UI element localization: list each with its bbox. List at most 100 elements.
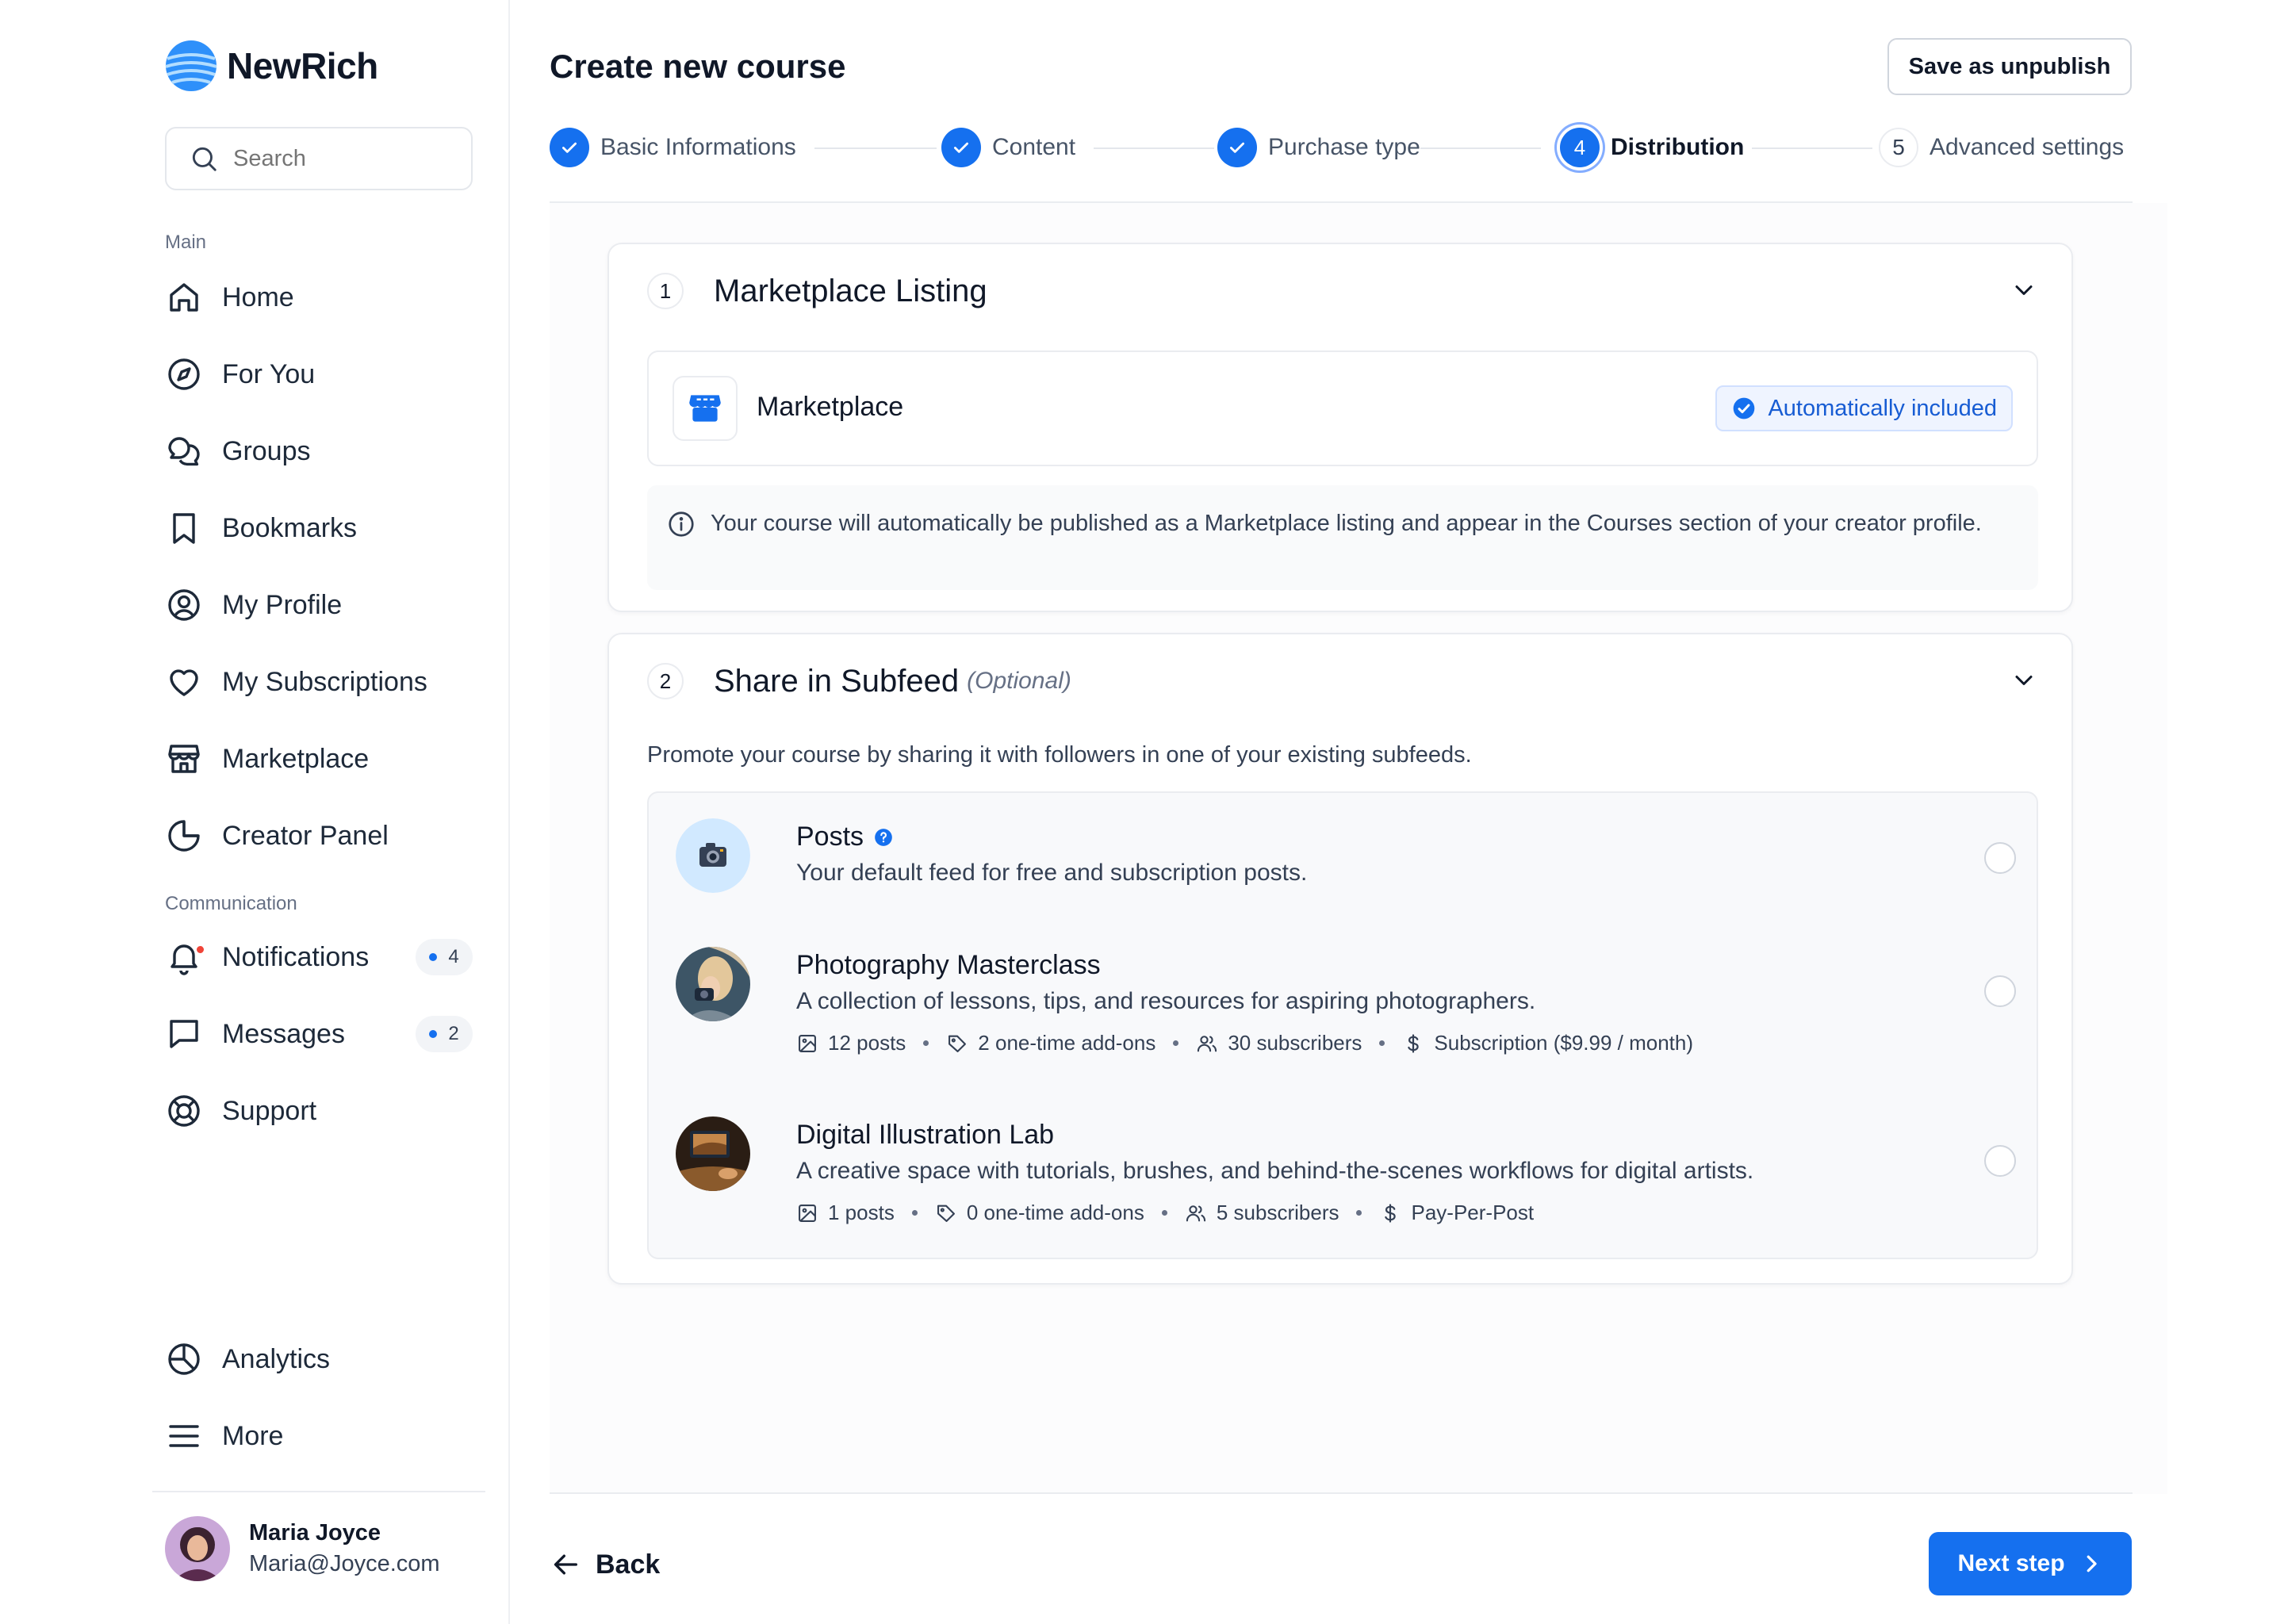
save-as-unpublish-button[interactable]: Save as unpublish [1887, 38, 2132, 95]
user-email: Maria@Joyce.com [249, 1551, 440, 1576]
info-icon [669, 511, 694, 537]
user-name: Maria Joyce [249, 1520, 381, 1545]
sidebar-item-label: Bookmarks [222, 512, 358, 543]
sidebar-item-groups[interactable]: Groups [165, 423, 473, 479]
step-content[interactable]: Content [941, 125, 1075, 170]
subfeed-option-posts[interactable]: Posts Your default feed for free and sub… [676, 818, 2016, 898]
app-logo[interactable]: NewRich [165, 40, 378, 92]
step-label: Advanced settings [1930, 134, 2125, 160]
stepper: Basic Informations Content Purchase type… [550, 125, 2133, 170]
sidebar: NewRich Main Home For You Groups Bookmar… [0, 0, 510, 1624]
subfeed-radio[interactable] [1984, 842, 2016, 874]
sidebar-item-home[interactable]: Home [165, 270, 473, 325]
bookmark-icon [173, 513, 195, 544]
compass-icon [168, 358, 200, 390]
help-icon[interactable] [873, 827, 894, 848]
next-step-label: Next step [1957, 1550, 2065, 1576]
page-title: Create new course [550, 48, 846, 85]
subfeed-avatar [676, 1116, 750, 1191]
bell-icon [171, 944, 197, 975]
step-label: Content [992, 134, 1076, 160]
subfeed-option-digital-illustration-lab[interactable]: Digital Illustration Lab A creative spac… [676, 1116, 2016, 1235]
sidebar-item-messages[interactable]: Messages 2 [165, 1006, 473, 1062]
subfeed-name: Posts [796, 822, 894, 852]
heart-icon [170, 669, 198, 696]
sidebar-item-label: Support [222, 1095, 317, 1126]
camera-avatar [676, 818, 750, 893]
sidebar-item-bookmarks[interactable]: Bookmarks [165, 500, 473, 556]
notifications-count-badge: 4 [416, 939, 473, 975]
sidebar-item-analytics[interactable]: Analytics [165, 1331, 473, 1387]
sidebar-item-label: More [222, 1420, 284, 1451]
optional-label: (Optional) [967, 668, 1071, 694]
step-connector [814, 147, 937, 149]
chevron-down-icon[interactable] [2010, 666, 2038, 695]
marketplace-listing-card: 1 Marketplace Listing Marketplace Automa… [607, 243, 2073, 612]
info-notice: Your course will automatically be publis… [647, 485, 2038, 590]
subfeed-meta: 12 posts 2 one-time add-ons 30 subscribe… [796, 1031, 1693, 1055]
user-profile[interactable]: Maria Joyce Maria@Joyce.com [165, 1516, 440, 1581]
info-text: Your course will automatically be publis… [711, 511, 1982, 536]
store-icon [689, 395, 721, 422]
menu-icon [169, 1425, 199, 1447]
sidebar-item-notifications[interactable]: Notifications 4 [165, 929, 473, 985]
step-distribution[interactable]: 4 Distribution [1560, 125, 1744, 170]
subscribers-count: 30 subscribers [1228, 1031, 1362, 1055]
share-in-subfeed-card: 2 Share in Subfeed (Optional) Promote yo… [607, 633, 2073, 1285]
share-in-subfeed-header[interactable]: 2 Share in Subfeed (Optional) [647, 663, 1071, 699]
posts-count: 12 posts [828, 1031, 906, 1055]
next-step-button[interactable]: Next step [1929, 1532, 2132, 1595]
subfeed-meta: 1 posts 0 one-time add-ons 5 subscribers… [796, 1201, 1534, 1225]
section-number: 2 [647, 663, 684, 699]
meta-separator [1173, 1040, 1179, 1046]
section-number: 1 [647, 273, 684, 309]
meta-separator [1356, 1210, 1362, 1216]
step-advanced-settings[interactable]: 5 Advanced settings [1879, 125, 2124, 170]
sidebar-item-label: Analytics [222, 1343, 331, 1374]
subfeed-radio[interactable] [1984, 975, 2016, 1007]
message-icon [170, 1020, 198, 1048]
marketplace-icon-box [673, 376, 738, 441]
sidebar-item-label: Marketplace [222, 743, 370, 774]
users-icon [1186, 1205, 1205, 1221]
meta-separator [1379, 1040, 1385, 1046]
sidebar-item-label: Messages [222, 1018, 345, 1049]
analytics-icon [168, 1343, 200, 1375]
tag-icon [948, 1035, 967, 1052]
badge-count: 4 [448, 946, 459, 967]
search-icon [192, 147, 217, 171]
unread-dot [195, 944, 205, 955]
section-title: Marketplace Listing [714, 273, 987, 308]
notification-icon-wrap [165, 938, 205, 976]
back-button[interactable]: Back [550, 1538, 660, 1591]
addons-count: 0 one-time add-ons [966, 1201, 1144, 1224]
sidebar-item-label: Notifications [222, 941, 370, 972]
search-input[interactable] [233, 145, 471, 172]
subfeed-name-text: Posts [796, 822, 864, 852]
sidebar-item-my-profile[interactable]: My Profile [165, 577, 473, 633]
marketplace-listing-header[interactable]: 1 Marketplace Listing [647, 273, 987, 309]
users-icon [1198, 1035, 1217, 1051]
subfeed-description: Your default feed for free and subscript… [796, 860, 1308, 886]
step-label: Purchase type [1268, 134, 1420, 160]
subfeed-option-photography-masterclass[interactable]: Photography Masterclass A collection of … [676, 947, 2016, 1066]
step-label: Basic Informations [600, 134, 796, 160]
subfeed-radio[interactable] [1984, 1145, 2016, 1177]
subfeed-name: Digital Illustration Lab [796, 1120, 1055, 1150]
step-purchase-type[interactable]: Purchase type [1217, 125, 1420, 170]
step-basic-informations[interactable]: Basic Informations [550, 125, 796, 170]
sidebar-item-more[interactable]: More [165, 1408, 473, 1464]
step-number: 5 [1879, 128, 1918, 167]
sidebar-item-marketplace[interactable]: Marketplace [165, 731, 473, 787]
sidebar-item-creator-panel[interactable]: Creator Panel [165, 808, 473, 864]
search-box[interactable] [165, 127, 473, 190]
sidebar-item-support[interactable]: Support [165, 1083, 473, 1139]
status-badge-label: Automatically included [1768, 395, 1997, 421]
avatar [165, 1516, 230, 1581]
sidebar-item-my-subscriptions[interactable]: My Subscriptions [165, 654, 473, 710]
subfeed-avatar [676, 947, 750, 1021]
image-icon [799, 1034, 816, 1052]
chevron-down-icon[interactable] [2010, 276, 2038, 304]
sidebar-item-for-you[interactable]: For You [165, 347, 473, 402]
marketplace-option: Marketplace Automatically included [647, 350, 2038, 466]
